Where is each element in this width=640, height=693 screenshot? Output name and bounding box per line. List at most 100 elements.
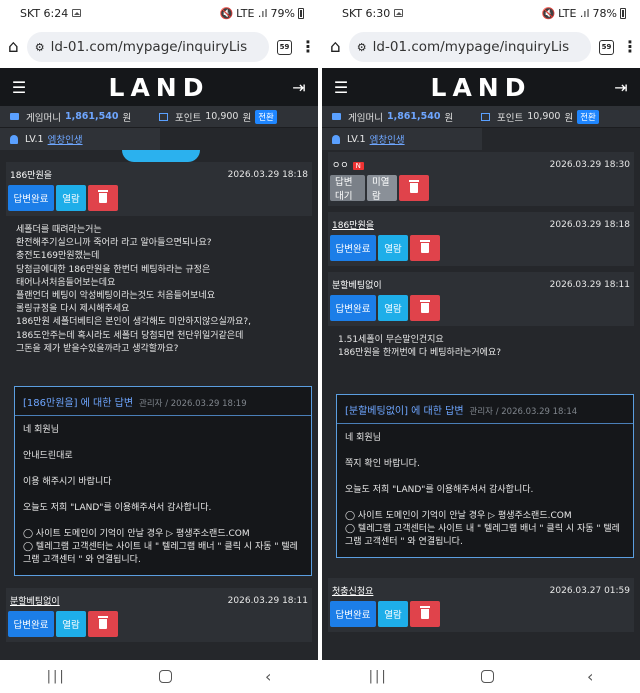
point-icon bbox=[159, 112, 168, 121]
view-button[interactable]: 열람 bbox=[378, 601, 408, 627]
reply-line: 오늘도 저희 "LAND"를 이용해주셔서 감사합니다. bbox=[345, 485, 534, 495]
mute-icon: 🔇 bbox=[219, 6, 234, 20]
inquiry-body: 1.51세폴이 무슨말인건지요 186만원을 한꺼번에 다 베팅하라는거에요? bbox=[328, 326, 634, 394]
more-menu-icon[interactable]: ⋮ bbox=[300, 39, 316, 55]
view-button[interactable]: 열람 bbox=[56, 611, 86, 637]
inquiry-title[interactable]: 첫충신청요 bbox=[332, 584, 373, 597]
logout-icon[interactable]: ⇥ bbox=[612, 78, 630, 97]
screenshot-right: SKT 6:30 🔇 LTE .ıl 78% ⌂ ⚙ ld-01.com/myp… bbox=[322, 0, 640, 693]
home-icon[interactable]: ⌂ bbox=[8, 37, 19, 57]
body-line: 플랜언더 베팅이 악성베팅이라는것도 처음들어보네요 bbox=[16, 291, 216, 302]
inquiry-title[interactable]: 186만원을 bbox=[332, 218, 374, 231]
status-answered-button[interactable]: 답변완료 bbox=[330, 235, 376, 261]
inquiry-date: 2026.03.29 18:18 bbox=[227, 169, 308, 180]
view-button[interactable]: 열람 bbox=[378, 295, 408, 321]
nickname-link[interactable]: 엠창인생 bbox=[370, 132, 405, 146]
address-field[interactable]: ⚙ ld-01.com/mypage/inquiryLis bbox=[26, 32, 269, 62]
reply-line: ◯ 사이트 도메인이 기억이 안날 경우 ▷ 평생주소랜드.COM bbox=[345, 511, 572, 521]
delete-button[interactable] bbox=[410, 601, 440, 627]
back-icon[interactable]: ‹ bbox=[587, 667, 593, 686]
inquiry-item: ㅇㅇ N 2026.03.29 18:30 답변대기 미열람 bbox=[328, 152, 634, 206]
body-line: 당첨금에대한 186만원을 한번더 베팅하라는 규정은 bbox=[16, 264, 211, 275]
site-header: ☰ LAND ⇥ bbox=[322, 68, 640, 106]
mute-icon: 🔇 bbox=[541, 6, 556, 20]
inquiry-list: ㅇㅇ N 2026.03.29 18:30 답변대기 미열람 186만원을 202… bbox=[322, 150, 640, 632]
home-button-icon[interactable] bbox=[158, 670, 172, 683]
trash-icon bbox=[98, 190, 108, 203]
point-value: 10,900 bbox=[205, 111, 239, 122]
new-badge: N bbox=[352, 162, 364, 170]
level-label: LV.1 bbox=[25, 133, 44, 145]
inquiry-list: 186만원을 2026.03.29 18:18 답변완료 열람 세폴더를 때려라… bbox=[0, 150, 318, 642]
level-label: LV.1 bbox=[347, 133, 366, 145]
point-value: 10,900 bbox=[527, 111, 561, 122]
home-button-icon[interactable] bbox=[480, 670, 494, 683]
trash-icon bbox=[98, 616, 108, 629]
delete-button[interactable] bbox=[88, 185, 118, 211]
reply-line: 이용 해주시기 바랍니다 bbox=[23, 477, 112, 487]
convert-button[interactable]: 전환 bbox=[577, 109, 599, 124]
screenshot-left: SKT 6:24 🔇 LTE .ıl 79% ⌂ ⚙ ld-01.com/myp… bbox=[0, 0, 318, 693]
inquiry-date: 2026.03.27 01:59 bbox=[549, 585, 630, 596]
trash-icon bbox=[420, 300, 430, 313]
unread-button[interactable]: 미열람 bbox=[367, 175, 397, 202]
android-nav-bar: ||| ‹ bbox=[0, 660, 318, 693]
more-menu-icon[interactable]: ⋮ bbox=[622, 39, 638, 55]
logout-icon[interactable]: ⇥ bbox=[290, 78, 308, 97]
status-pending-button[interactable]: 답변대기 bbox=[330, 175, 365, 202]
battery-level: 79% bbox=[270, 6, 295, 20]
tab-count-button[interactable]: 59 bbox=[277, 39, 292, 55]
body-line: 태어나서처음들어보는데요 bbox=[16, 277, 116, 288]
body-line: 186만원 세폴더베티은 본인이 생각해도 미안하지않으실까요?, bbox=[16, 317, 251, 328]
body-line: 186만원을 한꺼번에 다 베팅하라는거에요? bbox=[338, 348, 502, 359]
inquiry-title[interactable]: 분할베팅없이 bbox=[10, 594, 60, 607]
reply-title: [186만원을] 에 대한 답변 bbox=[23, 398, 134, 409]
reply-line: 네 회원님 bbox=[23, 425, 59, 435]
home-icon[interactable]: ⌂ bbox=[330, 37, 341, 57]
delete-button[interactable] bbox=[88, 611, 118, 637]
android-nav-bar: ||| ‹ bbox=[322, 660, 640, 693]
site-logo[interactable]: LAND bbox=[109, 73, 210, 102]
inquiry-title[interactable]: ㅇㅇ N bbox=[332, 158, 364, 171]
carrier-time: SKT 6:30 bbox=[342, 6, 391, 20]
recent-apps-icon[interactable]: ||| bbox=[47, 669, 66, 684]
recent-apps-icon[interactable]: ||| bbox=[369, 669, 388, 684]
inquiry-title[interactable]: 186만원을 bbox=[10, 168, 52, 181]
hamburger-menu-icon[interactable]: ☰ bbox=[332, 78, 350, 97]
gallery-icon bbox=[394, 9, 404, 17]
reply-line: ◯ 텔레그램 고객센터는 사이트 내 " 텔레그램 배너 " 클릭 시 자동 "… bbox=[345, 524, 620, 547]
address-field[interactable]: ⚙ ld-01.com/mypage/inquiryLis bbox=[348, 32, 591, 62]
status-answered-button[interactable]: 답변완료 bbox=[8, 185, 54, 211]
user-icon bbox=[332, 134, 340, 144]
inquiry-date: 2026.03.29 18:11 bbox=[549, 279, 630, 290]
status-bar: SKT 6:24 🔇 LTE .ıl 79% bbox=[0, 0, 318, 26]
back-icon[interactable]: ‹ bbox=[265, 667, 271, 686]
status-answered-button[interactable]: 답변완료 bbox=[8, 611, 54, 637]
delete-button[interactable] bbox=[410, 295, 440, 321]
delete-button[interactable] bbox=[410, 235, 440, 261]
view-button[interactable]: 열람 bbox=[56, 185, 86, 211]
delete-button[interactable] bbox=[399, 175, 429, 201]
site-header: ☰ LAND ⇥ bbox=[0, 68, 318, 106]
hamburger-menu-icon[interactable]: ☰ bbox=[10, 78, 28, 97]
site-logo[interactable]: LAND bbox=[431, 73, 532, 102]
admin-reply: [186만원을] 에 대한 답변 관리자 / 2026.03.29 18:19 … bbox=[14, 386, 312, 576]
status-answered-button[interactable]: 답변완료 bbox=[330, 601, 376, 627]
inquiry-title[interactable]: 분할베팅없이 bbox=[332, 278, 382, 291]
signal-indicator: LTE .ıl bbox=[236, 6, 268, 20]
gallery-icon bbox=[72, 9, 82, 17]
inquiry-date: 2026.03.29 18:30 bbox=[549, 159, 630, 170]
reply-line: 쪽지 확인 바랍니다. bbox=[345, 459, 420, 469]
tab-count-button[interactable]: 59 bbox=[599, 39, 614, 55]
wallet-icon bbox=[332, 113, 341, 120]
view-button[interactable]: 열람 bbox=[378, 235, 408, 261]
nickname-link[interactable]: 엠창인생 bbox=[48, 132, 83, 146]
level-row: LV.1 엠창인생 bbox=[0, 128, 160, 150]
site-settings-icon[interactable]: ⚙ bbox=[35, 41, 45, 54]
money-label: 게임머니 bbox=[348, 112, 383, 124]
convert-button[interactable]: 전환 bbox=[255, 109, 277, 124]
status-answered-button[interactable]: 답변완료 bbox=[330, 295, 376, 321]
inquiry-item: 186만원을 2026.03.29 18:18 답변완료 열람 bbox=[6, 162, 312, 216]
site-settings-icon[interactable]: ⚙ bbox=[357, 41, 367, 54]
reply-line: 네 회원님 bbox=[345, 433, 381, 443]
